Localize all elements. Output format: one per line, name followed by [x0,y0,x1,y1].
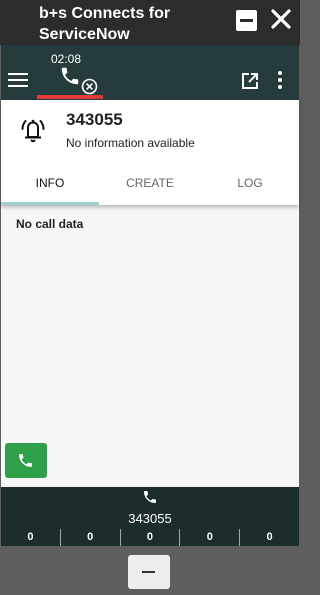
call-footer: 343055 0 0 0 0 0 [1,487,299,546]
footer-call-number: 343055 [128,511,172,526]
active-call-indicator [37,95,103,99]
tab-info[interactable]: INFO [1,168,99,205]
minimize-button[interactable] [236,10,257,31]
dial-button[interactable] [5,443,47,478]
toolbar: 02:08 [1,45,299,100]
circle-x-icon[interactable] [81,78,98,95]
counter: 0 [239,529,299,546]
main-panel: 343055 No information available INFO CRE… [1,100,299,487]
phone-icon [144,491,156,503]
minus-button[interactable] [128,555,170,589]
tab-log[interactable]: LOG [201,168,299,205]
tab-bar: INFO CREATE LOG [1,168,299,205]
counters-row: 0 0 0 0 0 [1,529,299,546]
caller-number: 343055 [66,110,123,129]
no-call-data-message: No call data [16,217,84,231]
counter: 0 [27,531,34,543]
counter: 0 [179,529,239,546]
caller-card: 343055 No information available INFO CRE… [1,100,299,205]
active-call-tab[interactable] [37,45,103,100]
counter: 0 [119,529,180,546]
phone-icon [19,454,32,467]
window-titlebar: b+s Connects for ServiceNow [0,0,300,45]
phone-icon [61,67,79,85]
bell-icon [21,119,45,143]
counter: 0 [59,529,120,546]
more-vertical-icon[interactable] [277,71,283,91]
tab-create[interactable]: CREATE [99,168,201,205]
close-icon [271,9,291,29]
app-title: b+s Connects for ServiceNow [39,5,171,43]
close-button[interactable] [268,6,294,32]
open-external-icon[interactable] [241,72,259,90]
caller-info: No information available [66,136,195,150]
hamburger-menu-icon[interactable] [8,73,28,88]
